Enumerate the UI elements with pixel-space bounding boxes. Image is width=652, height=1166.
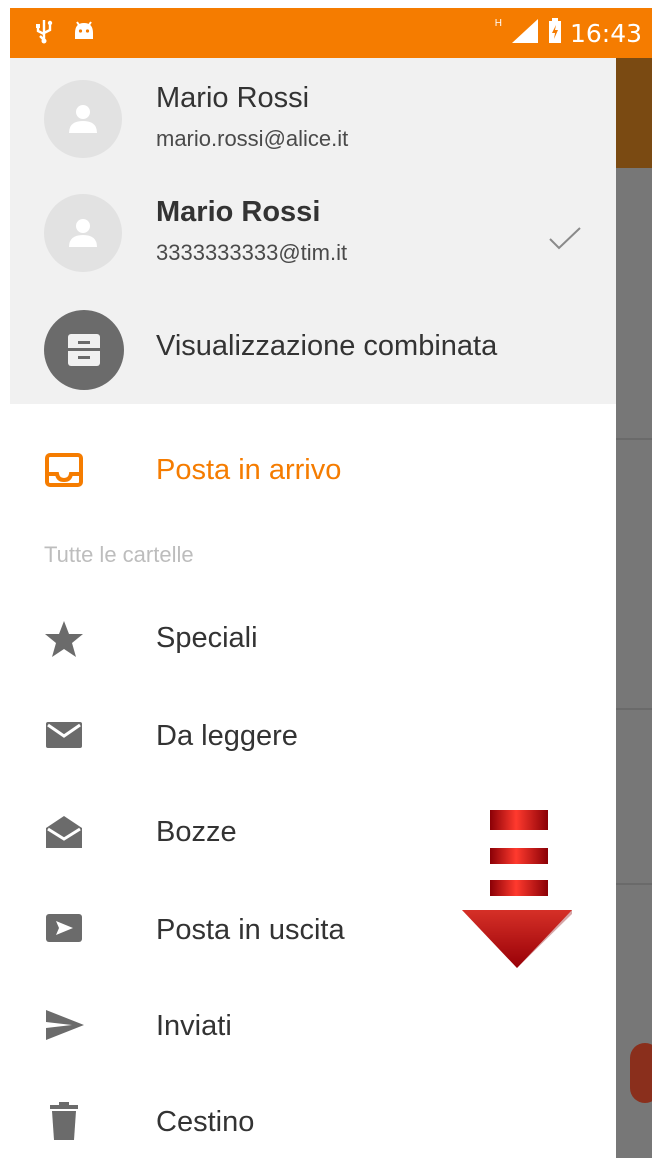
nav-item-trash[interactable]: Cestino: [10, 1076, 616, 1166]
usb-icon: [34, 18, 54, 49]
checkmark-icon: [548, 226, 582, 257]
inbox-icon: [44, 452, 84, 493]
send-icon: [44, 1008, 86, 1047]
navigation-drawer: Mario Rossi mario.rossi@alice.it Mario R…: [10, 58, 616, 1158]
nav-item-unread[interactable]: Da leggere: [10, 690, 616, 780]
clock: 16:43: [569, 19, 642, 48]
background-divider: [616, 708, 652, 710]
combined-view-label: Visualizzazione combinata: [156, 330, 498, 362]
account-item-selected[interactable]: Mario Rossi 3333333333@tim.it: [10, 184, 616, 294]
background-divider: [616, 883, 652, 885]
nav-label: Posta in uscita: [156, 914, 345, 946]
status-bar: H 16:43: [10, 8, 652, 58]
background-fab: [630, 1043, 652, 1103]
signal-icon: [510, 17, 540, 50]
person-icon: [69, 105, 97, 133]
nav-label: Bozze: [156, 816, 237, 848]
person-icon: [69, 219, 97, 247]
nav-item-inbox[interactable]: Posta in arrivo: [10, 424, 616, 514]
accounts-header: Mario Rossi mario.rossi@alice.it Mario R…: [10, 58, 616, 404]
battery-icon: [548, 18, 562, 49]
network-type-label: H: [494, 18, 502, 29]
combined-view-item[interactable]: Visualizzazione combinata: [10, 298, 616, 404]
account-email: 3333333333@tim.it: [156, 240, 348, 265]
background-toolbar: [616, 58, 652, 168]
nav-item-sent[interactable]: Inviati: [10, 980, 616, 1070]
outbox-icon: [44, 912, 84, 949]
drafts-icon: [44, 814, 84, 855]
nav-label: Cestino: [156, 1106, 255, 1138]
avatar: [44, 194, 122, 272]
trash-icon: [50, 1102, 78, 1145]
mail-icon: [44, 720, 84, 755]
account-name: Mario Rossi: [156, 196, 321, 228]
nav-item-starred[interactable]: Speciali: [10, 592, 616, 682]
nav-label: Speciali: [156, 622, 258, 654]
android-icon: [72, 19, 96, 48]
background-app-content: [616, 58, 652, 1158]
star-icon: [44, 620, 84, 663]
section-label-all-folders: Tutte le cartelle: [44, 542, 194, 567]
nav-label: Posta in arrivo: [156, 454, 342, 486]
nav-label: Inviati: [156, 1010, 232, 1042]
account-email: mario.rossi@alice.it: [156, 126, 349, 151]
avatar: [44, 80, 122, 158]
background-divider: [616, 438, 652, 440]
archive-icon: [44, 310, 124, 390]
nav-label: Da leggere: [156, 720, 298, 752]
scroll-down-arrow-icon: [460, 810, 574, 975]
account-name: Mario Rossi: [156, 82, 310, 114]
account-item[interactable]: Mario Rossi mario.rossi@alice.it: [10, 70, 616, 180]
